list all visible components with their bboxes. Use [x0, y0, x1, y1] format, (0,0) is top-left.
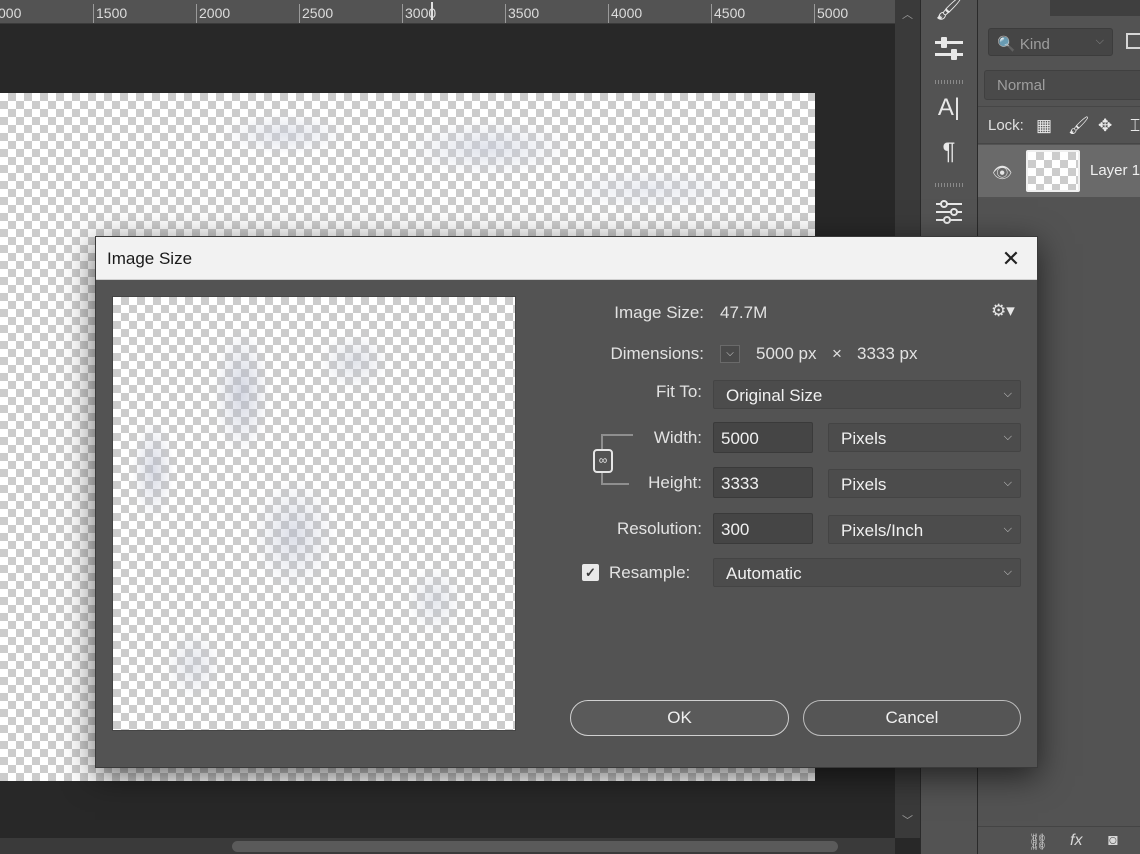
ruler-label: 5000: [817, 5, 849, 21]
ok-button[interactable]: OK: [570, 700, 789, 736]
resolution-input[interactable]: 300: [713, 513, 813, 544]
chevron-down-icon: ⌵: [1003, 566, 1012, 578]
panel-grip[interactable]: [935, 183, 963, 187]
close-button[interactable]: ✕: [993, 241, 1029, 277]
dimensions-unit-toggle[interactable]: ⌵: [720, 345, 740, 363]
image-size-value: 47.7M: [720, 303, 768, 322]
ruler-label: 1500: [96, 5, 128, 21]
lock-row: Lock: ▦ 🖌 ✥ ⌶: [978, 106, 1140, 144]
ruler-tick: [93, 4, 94, 23]
image-size-label: Image Size:: [614, 303, 704, 322]
height-unit-value: Pixels: [841, 475, 887, 494]
dimensions-label: Dimensions:: [610, 344, 704, 363]
ruler-cursor-marker: [431, 2, 433, 20]
ruler-tick: [711, 4, 712, 23]
kind-filter-select[interactable]: 🔍 Kind ⌵: [988, 28, 1113, 56]
ruler-tick: [402, 4, 403, 23]
ruler-label: 2500: [302, 5, 334, 21]
panel-tab[interactable]: [1050, 0, 1140, 16]
ruler-tick: [299, 4, 300, 23]
preview-texture: [113, 297, 515, 730]
height-input[interactable]: 3333: [713, 467, 813, 498]
layer-name[interactable]: Layer 1: [1090, 162, 1140, 179]
image-size-dialog: Image Size ✕ Image Size: 47.7M ⚙▾ Dimens…: [95, 236, 1038, 768]
ruler-tick: [608, 4, 609, 23]
ruler-label: 000: [0, 5, 22, 21]
image-filter-icon[interactable]: [1126, 33, 1140, 49]
kind-filter-label: Kind: [1019, 36, 1050, 53]
ruler-tick: [814, 4, 815, 23]
ruler-label: 3500: [508, 5, 540, 21]
dialog-title: Image Size: [107, 249, 193, 268]
paragraph-icon[interactable]: ¶: [921, 138, 977, 166]
width-input[interactable]: 5000: [713, 422, 813, 453]
width-unit-value: Pixels: [841, 429, 887, 448]
brush-icon[interactable]: 🖌: [921, 0, 977, 22]
dimensions-height: 3333 px: [857, 344, 918, 363]
height-label: Height:: [648, 473, 702, 492]
ruler-label: 4500: [714, 5, 746, 21]
ruler-tick: [505, 4, 506, 23]
chevron-down-icon: ⌵: [1003, 523, 1012, 535]
search-icon: 🔍: [997, 36, 1016, 53]
visibility-eye-icon[interactable]: 👁: [992, 163, 1012, 183]
horizontal-scroll-thumb[interactable]: [232, 841, 838, 852]
panel-footer: ⛓ fx ◙: [978, 826, 1140, 854]
resample-value: Automatic: [726, 564, 802, 583]
resolution-unit-select[interactable]: Pixels/Inch ⌵: [828, 515, 1021, 544]
chevron-down-icon: ⌵: [726, 348, 734, 359]
chevron-down-icon: ⌵: [1003, 477, 1012, 489]
scroll-down-icon[interactable]: ﹀: [895, 812, 920, 828]
constrain-bracket: [601, 434, 633, 450]
image-preview[interactable]: [112, 296, 516, 731]
adjust-icon[interactable]: [921, 36, 977, 67]
cancel-button[interactable]: Cancel: [803, 700, 1021, 736]
close-icon: ✕: [1001, 246, 1021, 271]
layer-row[interactable]: 👁 Layer 1: [978, 145, 1140, 197]
resolution-unit-value: Pixels/Inch: [841, 521, 924, 540]
fx-icon[interactable]: fx: [1070, 832, 1082, 850]
resolution-label: Resolution:: [616, 519, 702, 538]
fit-to-value: Original Size: [726, 386, 823, 405]
resample-checkbox[interactable]: ✓: [582, 564, 599, 581]
width-label: Width:: [653, 428, 702, 447]
blend-mode-select[interactable]: Normal: [984, 70, 1140, 100]
scroll-up-icon[interactable]: ︿: [895, 6, 920, 22]
chevron-down-icon: ⌵: [1003, 431, 1012, 443]
dimensions-width: 5000 px: [756, 344, 817, 363]
resample-label: Resample:: [609, 563, 691, 582]
lock-position-icon[interactable]: ✥: [1098, 116, 1112, 136]
dimensions-times: ×: [832, 344, 842, 363]
fit-to-select[interactable]: Original Size ⌵: [713, 380, 1021, 409]
constrain-proportions-link-icon[interactable]: ∞: [593, 449, 613, 473]
horizontal-ruler[interactable]: 000 1500 2000 2500 3000 3500 4000 4500 5…: [0, 0, 895, 24]
lock-artboard-icon[interactable]: ⌶: [1130, 116, 1140, 136]
horizontal-scrollbar[interactable]: [0, 838, 895, 854]
lock-pixels-icon[interactable]: 🖌: [1068, 116, 1090, 136]
chevron-down-icon: ⌵: [1003, 388, 1012, 400]
dialog-titlebar[interactable]: Image Size ✕: [96, 237, 1037, 280]
chevron-down-icon: ⌵: [1095, 35, 1104, 47]
link-layers-icon[interactable]: ⛓: [1028, 832, 1048, 852]
ruler-tick: [196, 4, 197, 23]
height-unit-select[interactable]: Pixels ⌵: [828, 469, 1021, 498]
gear-icon[interactable]: ⚙▾: [991, 301, 1015, 321]
panel-grip[interactable]: [935, 80, 963, 84]
width-unit-select[interactable]: Pixels ⌵: [828, 423, 1021, 452]
character-icon[interactable]: A|: [921, 94, 977, 122]
properties-icon[interactable]: [921, 199, 977, 230]
ruler-label: 4000: [611, 5, 643, 21]
layer-mask-icon[interactable]: ◙: [1108, 832, 1118, 850]
ruler-label: 2000: [199, 5, 231, 21]
layer-thumbnail[interactable]: [1026, 150, 1080, 192]
resample-select[interactable]: Automatic ⌵: [713, 558, 1021, 587]
lock-transparency-icon[interactable]: ▦: [1036, 116, 1052, 136]
fit-to-label: Fit To:: [656, 382, 702, 401]
lock-label: Lock:: [988, 117, 1024, 134]
